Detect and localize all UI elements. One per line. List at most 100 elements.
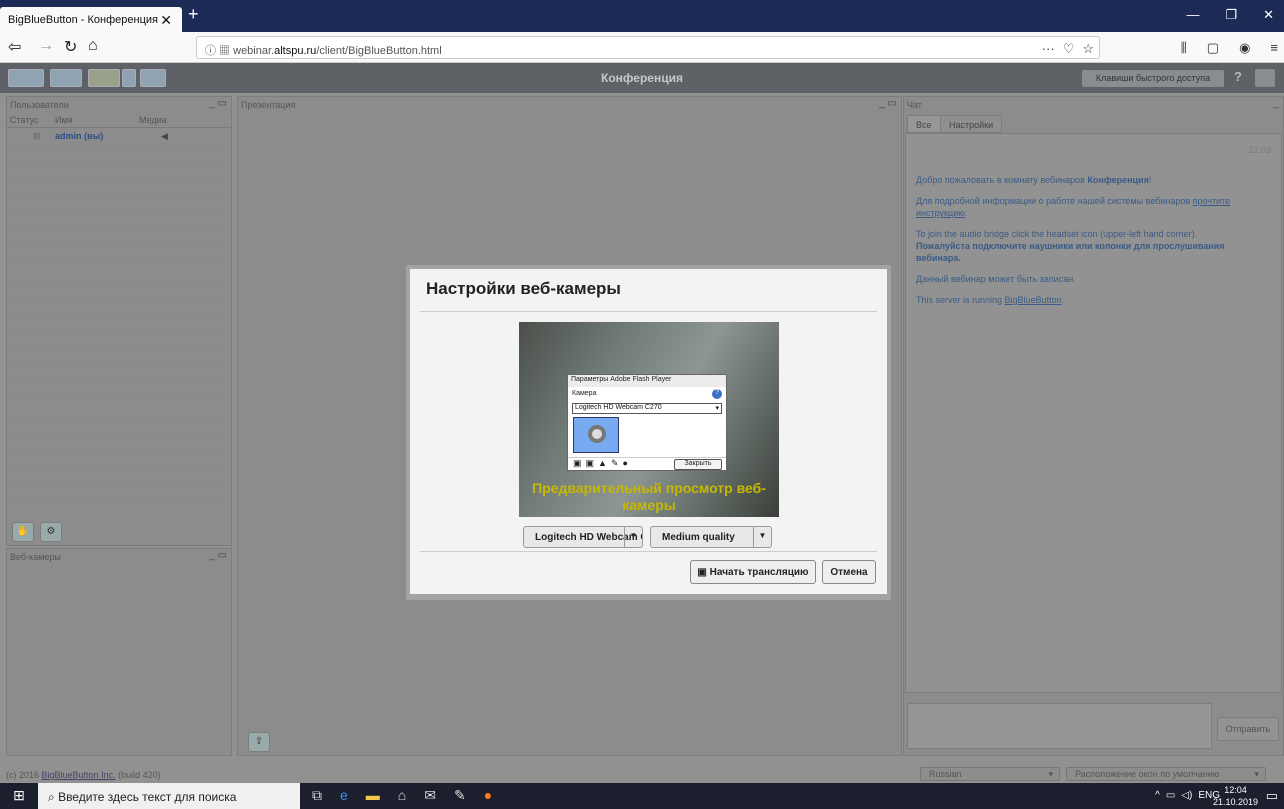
chevron-down-icon: ▼ (624, 527, 642, 547)
table-row (7, 145, 231, 162)
url-bar[interactable]: ⓘ ▦ webinar.altspu.ru/client/BigBlueButt… (196, 36, 1100, 59)
table-row (7, 434, 231, 451)
quality-select[interactable]: Medium quality ▼ (650, 526, 772, 548)
flash-camera-select[interactable]: Logitech HD Webcam C270 ▾ (572, 403, 722, 414)
col-media[interactable]: Медиа (139, 115, 167, 125)
taskbar-search[interactable]: ⌕ Введите здесь текст для поиска (38, 783, 300, 809)
system-tray: ^ ▭ ◁) ENG (1155, 790, 1220, 801)
menu-icon[interactable]: ≡ (1270, 40, 1278, 56)
search-placeholder: Введите здесь текст для поиска (58, 790, 237, 804)
hotkeys-button[interactable]: Клавиши быстрого доступа (1082, 70, 1224, 87)
network-icon[interactable]: ▭ (1166, 790, 1175, 801)
forward-icon[interactable]: → (38, 37, 54, 55)
edge-icon[interactable]: e (340, 787, 348, 804)
help-button[interactable]: ? (1234, 69, 1242, 84)
chevron-down-icon: ▾ (715, 405, 719, 412)
chat-message: To join the audio bridge click the heads… (916, 228, 1271, 264)
task-view-icon[interactable]: ⧉ (312, 787, 322, 804)
quality-select-value: Medium quality (662, 532, 735, 543)
microphone-icon[interactable]: ✎ (611, 458, 623, 468)
help-icon[interactable]: ? (712, 389, 722, 399)
bbb-inc-link[interactable]: BigBlueButton Inc. (42, 770, 116, 780)
col-status[interactable]: Статус (10, 115, 38, 125)
copyright-text: (build 420) (115, 770, 161, 780)
webcam-icon[interactable] (573, 417, 619, 453)
table-row (7, 281, 231, 298)
reload-icon[interactable]: ↻ (64, 37, 77, 57)
cancel-button[interactable]: Отмена (822, 560, 876, 584)
maximize-button[interactable]: ❐ (1225, 7, 1237, 23)
panel-minimize-icon[interactable]: _ (1273, 98, 1279, 109)
send-button[interactable]: Отправить (1217, 717, 1279, 741)
chat-input[interactable] (907, 703, 1212, 749)
panel-minimize-icon[interactable]: _ ▭ (209, 98, 227, 109)
minimize-button[interactable]: — (1186, 7, 1199, 23)
speaker-icon[interactable]: ◀ (161, 131, 168, 142)
file-explorer-icon[interactable]: ▬ (366, 787, 380, 804)
extension-icon[interactable]: ◉ (1239, 40, 1250, 56)
chevron-up-icon[interactable]: ^ (1155, 790, 1160, 801)
table-row (7, 332, 231, 349)
paint-icon[interactable]: ✎ (454, 787, 466, 804)
table-row (7, 417, 231, 434)
clock-time: 12:04 (1224, 785, 1247, 795)
reader-view-icon[interactable]: ▢ (1207, 40, 1219, 56)
folder-icon[interactable]: ▲ (598, 458, 611, 468)
start-broadcast-button[interactable]: ▣ Начать трансляцию (690, 560, 816, 584)
panel-minimize-icon[interactable]: _ ▭ (209, 550, 227, 561)
logout-button[interactable] (1255, 69, 1275, 87)
upload-icon[interactable]: ⇪ (248, 732, 270, 752)
clock[interactable]: 12:04 21.10.2019 (1213, 784, 1258, 808)
table-row (7, 468, 231, 485)
browser-tab[interactable]: BigBlueButton - Конференция ✕ (0, 7, 182, 32)
store-icon[interactable]: ⌂ (398, 787, 406, 804)
home-icon[interactable]: ⌂ (88, 37, 98, 55)
info-icon[interactable]: ⓘ ▦ (205, 45, 233, 57)
flash-close-button[interactable]: Закрыть (674, 459, 722, 470)
table-row (7, 247, 231, 264)
taskbar-apps: ⧉ e ▬ ⌂ ✉ ✎ ● (312, 787, 492, 804)
volume-icon[interactable]: ◁) (1181, 790, 1192, 801)
page-actions-icon[interactable]: ··· (1042, 41, 1055, 57)
tab-settings[interactable]: Настройки (940, 115, 1003, 133)
message-text: Для подробной информации о работе нашей … (916, 196, 1193, 206)
table-row (7, 264, 231, 281)
users-panel-title: Пользователи (10, 100, 69, 110)
windows-start-icon[interactable]: ⊞ (0, 783, 38, 809)
col-name[interactable]: Имя (55, 115, 73, 125)
webcam-preview: Параметры Adobe Flash Player Камера ? Lo… (519, 322, 779, 517)
preview-label: Предварительный просмотр веб-камеры (532, 480, 766, 513)
table-row (7, 315, 231, 332)
camera-select[interactable]: Logitech HD Webcam C270▼ (523, 526, 643, 548)
tab-title: BigBlueButton - Конференция (8, 14, 158, 26)
camera-tab-icon[interactable]: ● (623, 458, 632, 468)
library-icon[interactable]: ⫼ (1181, 40, 1187, 56)
firefox-icon[interactable]: ● (484, 787, 492, 804)
raise-hand-button[interactable]: ✋ (12, 522, 34, 542)
table-row (7, 383, 231, 400)
close-window-button[interactable]: ✕ (1263, 7, 1274, 23)
mail-icon[interactable]: ✉ (424, 787, 436, 804)
language-select[interactable]: Russian ▾ (920, 767, 1060, 781)
tab-all[interactable]: Все (907, 115, 941, 133)
close-tab-icon[interactable]: ✕ (160, 12, 172, 29)
chevron-down-icon: ▾ (1254, 769, 1259, 779)
camera-label: Камера (572, 390, 597, 397)
message-text: This server is running (916, 295, 1005, 305)
table-row (7, 213, 231, 230)
new-tab-button[interactable]: + (188, 4, 199, 25)
back-icon[interactable]: ⇦ (8, 37, 21, 57)
panel-minimize-icon[interactable]: _ ▭ (879, 98, 897, 109)
notifications-icon[interactable]: ▭ (1266, 788, 1278, 804)
settings-gear-icon[interactable]: ⚙ (40, 522, 62, 542)
user-row[interactable]: ⊞ admin (вы) ◀ (7, 128, 231, 145)
bookmark-star-icon[interactable]: ☆ (1082, 41, 1094, 57)
webcams-panel-title: Веб-камеры (10, 552, 61, 562)
bigbluebutton-link[interactable]: BigBlueButton (1005, 295, 1062, 305)
table-row (7, 179, 231, 196)
pocket-icon[interactable]: ♡ (1063, 41, 1075, 57)
storage-icon[interactable]: ▣ (586, 458, 599, 468)
webcam-settings-dialog: Настройки веб-камеры Параметры Adobe Fla… (406, 265, 891, 600)
layout-select[interactable]: Расположение окон по умолчанию ▾ (1066, 767, 1266, 781)
privacy-icon[interactable]: ▣ (573, 458, 586, 468)
